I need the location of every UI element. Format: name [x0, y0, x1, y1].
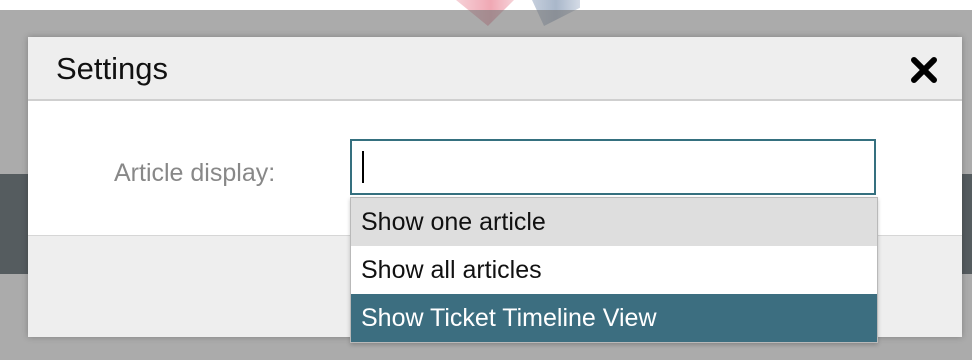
dropdown-option-show-all-articles[interactable]: Show all articles [351, 246, 877, 294]
text-caret [362, 151, 364, 183]
article-display-input[interactable] [350, 139, 876, 195]
dropdown-option-show-ticket-timeline-view[interactable]: Show Ticket Timeline View [351, 294, 877, 342]
article-display-dropdown: Show one article Show all articles Show … [350, 197, 878, 343]
article-display-label: Article display: [114, 159, 276, 187]
close-button[interactable] [910, 56, 938, 84]
dropdown-option-show-one-article[interactable]: Show one article [351, 198, 877, 246]
close-icon [910, 56, 938, 84]
dialog-header: Settings [28, 37, 962, 101]
dialog-title: Settings [56, 51, 169, 86]
